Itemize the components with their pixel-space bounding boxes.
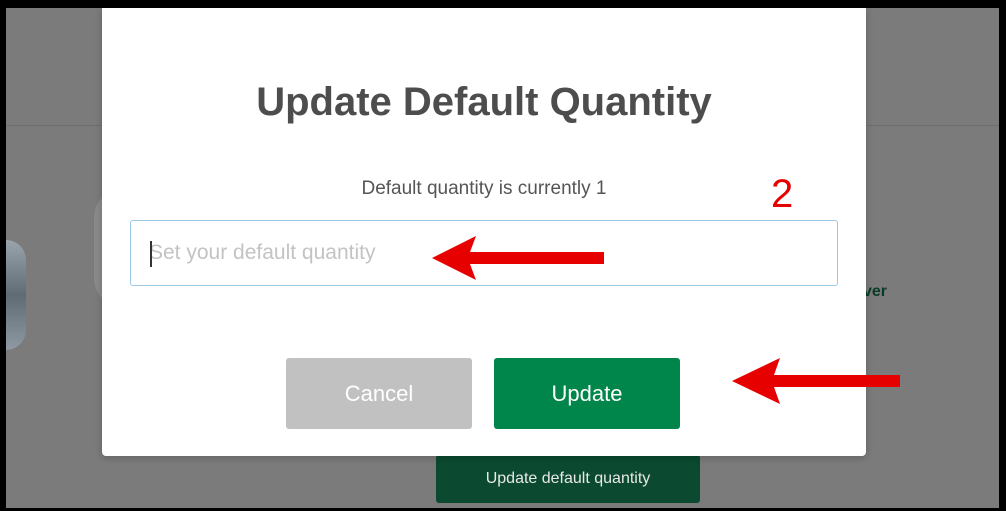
modal-subtitle: Default quantity is currently 1 (361, 178, 607, 199)
background-product-image (6, 240, 26, 350)
update-default-quantity-button[interactable]: Update default quantity (436, 455, 700, 503)
annotation-step-number: 2 (771, 172, 794, 216)
update-button[interactable]: Update (494, 358, 680, 429)
left-arrow-icon (732, 358, 900, 404)
modal-title: Update Default Quantity (256, 80, 712, 124)
cancel-button[interactable]: Cancel (286, 358, 472, 429)
text-caret (150, 241, 152, 267)
background-partial-text: ver (863, 283, 888, 300)
left-arrow-icon (432, 236, 604, 280)
screenshot-frame: ver Update default quantity Update Defau… (0, 0, 1006, 511)
app-screen: ver Update default quantity Update Defau… (6, 8, 999, 508)
